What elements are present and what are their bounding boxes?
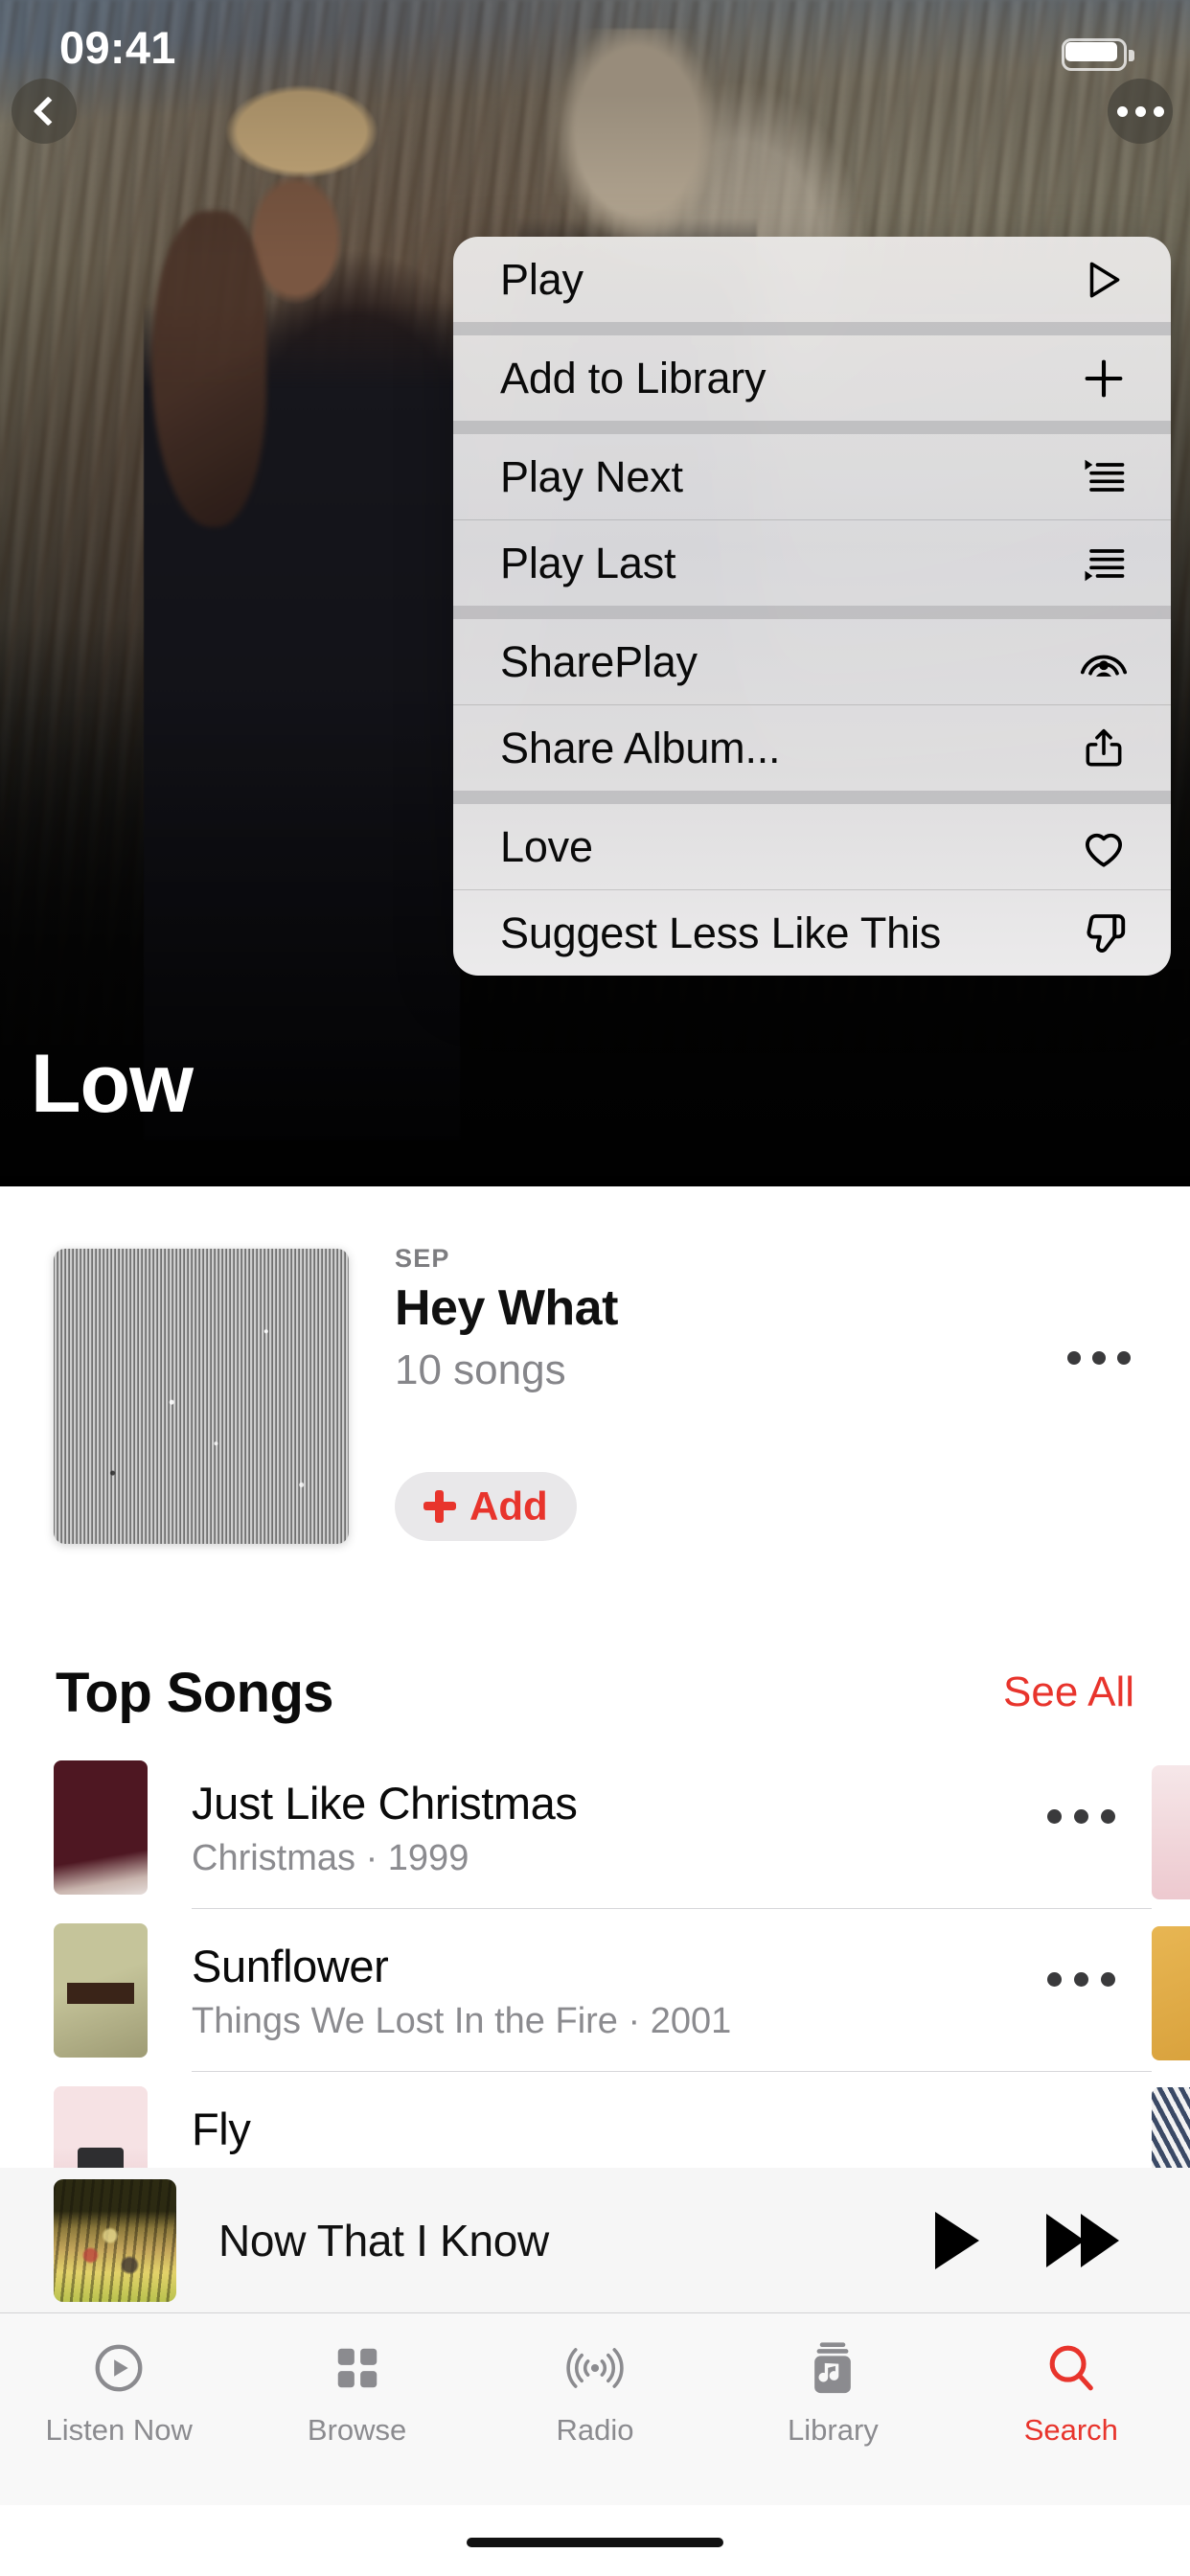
album-release-label: SEP [395, 1244, 450, 1273]
grid-squares-icon [332, 2336, 383, 2400]
album-artwork[interactable] [54, 1249, 349, 1544]
menu-item-suggest-less-like-this[interactable]: Suggest Less Like This [453, 890, 1171, 976]
album-detail-section: SEP Hey What 10 songs Add [0, 1186, 1190, 1598]
page-title: Low [31, 1038, 194, 1130]
song-title: Sunflower [192, 1941, 389, 1991]
menu-item-label: Share Album... [500, 723, 781, 772]
table-row[interactable]: Sunflower Things We Lost In the Fire · 2… [0, 1909, 1190, 2072]
menu-item-label: Play Next [500, 451, 683, 501]
menu-item-play[interactable]: Play [453, 237, 1171, 322]
menu-item-play-next[interactable]: Play Next [453, 434, 1171, 519]
song-title: Just Like Christmas [192, 1778, 578, 1828]
top-songs-title: Top Songs [56, 1661, 334, 1724]
menu-item-label: SharePlay [500, 636, 698, 686]
fast-forward-icon[interactable] [1046, 2213, 1119, 2267]
tab-library[interactable]: Library [714, 2336, 951, 2448]
menu-item-shareplay[interactable]: SharePlay [453, 619, 1171, 704]
now-playing-title: Now That I Know [218, 2215, 549, 2266]
magnifier-icon [1043, 2336, 1099, 2400]
thumbs-down-icon [1074, 904, 1133, 963]
next-column-preview[interactable] [1152, 1746, 1190, 2168]
song-more-button[interactable] [1047, 1972, 1115, 1987]
table-row[interactable]: Fly [0, 2072, 1190, 2168]
song-subtitle: Christmas · 1999 [192, 1838, 469, 1878]
home-indicator [467, 2538, 723, 2547]
song-artwork [54, 2086, 148, 2168]
top-songs-header: Top Songs See All [0, 1639, 1190, 1746]
song-title: Fly [192, 2104, 251, 2154]
song-more-button[interactable] [1047, 1809, 1115, 1824]
tab-listen-now[interactable]: Listen Now [0, 2336, 238, 2448]
radio-waves-icon [565, 2336, 625, 2400]
table-row[interactable]: Just Like Christmas Christmas · 1999 [0, 1746, 1190, 1909]
tab-label: Radio [556, 2413, 634, 2447]
context-menu[interactable]: Play Add to Library Play Next Play Last … [453, 237, 1171, 976]
play-next-list-icon [1074, 448, 1133, 507]
tab-label: Search [1023, 2413, 1118, 2447]
menu-item-label: Suggest Less Like This [500, 908, 942, 957]
menu-item-add-to-library[interactable]: Add to Library [453, 335, 1171, 421]
tab-radio[interactable]: Radio [476, 2336, 714, 2448]
add-button-label: Add [469, 1484, 548, 1529]
menu-item-play-last[interactable]: Play Last [453, 520, 1171, 606]
app-screen: Low 09:41 Play Add to Library Play Next … [0, 0, 1190, 2576]
tab-label: Listen Now [45, 2413, 193, 2447]
battery-full-icon [1062, 38, 1134, 75]
menu-item-label: Love [500, 821, 593, 871]
menu-item-love[interactable]: Love [453, 804, 1171, 889]
menu-item-share-album[interactable]: Share Album... [453, 705, 1171, 791]
album-more-button[interactable] [1067, 1351, 1131, 1365]
menu-group-separator [453, 322, 1171, 335]
tab-bar: Listen Now Browse Radio Library Search [0, 2313, 1190, 2505]
menu-item-label: Play Last [500, 538, 676, 587]
menu-item-label: Play [500, 254, 584, 304]
tab-label: Browse [307, 2413, 407, 2447]
song-subtitle: Things We Lost In the Fire · 2001 [192, 2001, 732, 2041]
menu-group-separator [453, 791, 1171, 804]
album-meta: SEP Hey What 10 songs [395, 1244, 807, 1394]
album-name: Hey What [395, 1280, 618, 1336]
menu-group-separator [453, 606, 1171, 619]
menu-group-separator [453, 421, 1171, 434]
see-all-link[interactable]: See All [1003, 1668, 1134, 1716]
play-icon[interactable] [935, 2211, 979, 2269]
status-bar: 09:41 [0, 0, 1190, 105]
heart-icon [1074, 817, 1133, 877]
plus-icon [1074, 349, 1133, 408]
tab-browse[interactable]: Browse [238, 2336, 475, 2448]
album-song-count: 10 songs [395, 1346, 566, 1393]
music-library-icon [808, 2336, 858, 2400]
plus-icon [423, 1490, 456, 1523]
add-album-button[interactable]: Add [395, 1472, 577, 1541]
song-artwork [54, 1923, 148, 2058]
top-songs-list: Just Like Christmas Christmas · 1999 Sun… [0, 1746, 1190, 2168]
share-square-up-arrow-icon [1074, 719, 1133, 778]
play-circle-icon [91, 2336, 147, 2400]
song-artwork [54, 1760, 148, 1895]
tab-label: Library [788, 2413, 879, 2447]
menu-item-label: Add to Library [500, 353, 767, 402]
ellipsis-icon [1116, 105, 1164, 117]
play-last-list-icon [1074, 534, 1133, 593]
now-playing-bar[interactable]: Now That I Know [0, 2168, 1190, 2313]
play-triangle-icon [1074, 250, 1133, 310]
now-playing-artwork [54, 2178, 176, 2302]
status-time: 09:41 [59, 22, 176, 73]
shareplay-icon [1074, 632, 1133, 692]
tab-search[interactable]: Search [952, 2336, 1190, 2448]
